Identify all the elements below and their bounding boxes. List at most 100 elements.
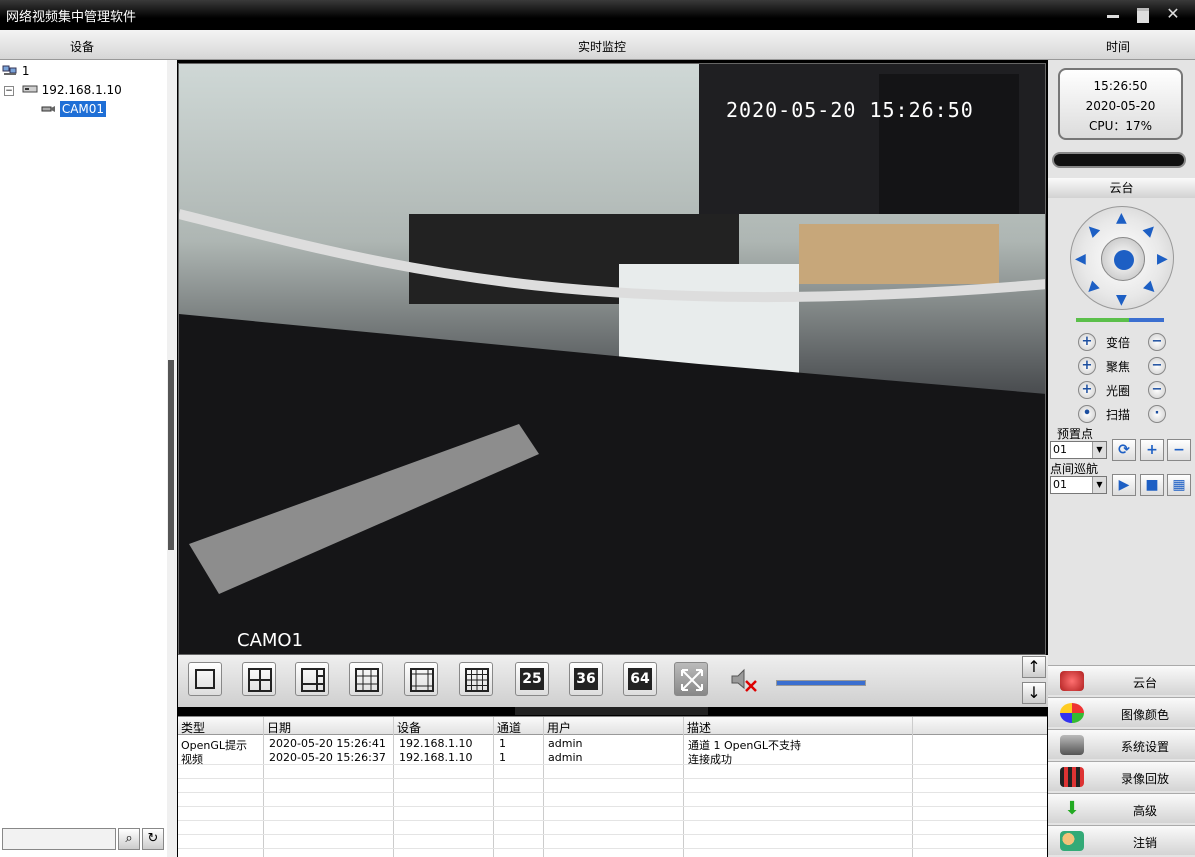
tree-root-label: 1 (21, 64, 30, 78)
log-panel-splitter[interactable] (515, 707, 708, 715)
iris-label: 光圈 (1106, 384, 1131, 398)
layout-9-button[interactable] (349, 662, 383, 696)
mute-button[interactable] (730, 667, 760, 693)
log-col-desc[interactable]: 描述 (687, 719, 711, 736)
tree-root[interactable]: 1 (2, 63, 29, 80)
focus-in-button[interactable]: + (1078, 357, 1096, 375)
ptz-up-icon[interactable]: ▲ (1116, 211, 1127, 225)
ptz-downleft-icon[interactable]: ▼ (1083, 279, 1102, 298)
menu-image-color[interactable]: 图像颜色 (1048, 697, 1195, 727)
preset-value: 01 (1053, 443, 1067, 456)
grid-16-icon (465, 668, 489, 692)
close-button[interactable]: ✕ (1165, 6, 1181, 22)
layout-1-button[interactable] (188, 662, 222, 696)
arrow-down-icon: ↓ (1027, 683, 1041, 702)
log-col-channel[interactable]: 通道 (497, 719, 521, 736)
live-video-view[interactable]: 2020-05-20 15:26:50 CAMO1 (178, 63, 1046, 655)
minimize-button[interactable] (1105, 7, 1121, 21)
tree-device[interactable]: − 192.168.1.10 (4, 83, 122, 98)
cruise-stop-button[interactable]: ■ (1140, 474, 1164, 496)
focus-out-button[interactable]: − (1148, 357, 1166, 375)
ptz-upleft-icon[interactable]: ▲ (1083, 221, 1102, 240)
menu-advanced[interactable]: ⬇ 高级 (1048, 793, 1195, 823)
zoom-out-button[interactable]: − (1148, 333, 1166, 351)
ptz-center-button[interactable] (1101, 237, 1145, 281)
live-monitor-header: 实时监控 (578, 40, 627, 54)
menu-advanced-label: 高级 (1132, 804, 1157, 818)
zoom-in-button[interactable]: + (1078, 333, 1096, 351)
collapse-toggle-icon[interactable]: − (4, 85, 14, 96)
scan-label: 扫描 (1106, 408, 1131, 422)
menu-playback[interactable]: 录像回放 (1048, 761, 1195, 791)
color-wheel-icon (1060, 703, 1084, 723)
log-row[interactable]: 视频 2020-05-20 15:26:37 192.168.1.10 1 ad… (178, 751, 1047, 766)
menu-system-settings[interactable]: 系统设置 (1048, 729, 1195, 759)
ptz-speed-slider[interactable] (1076, 318, 1164, 322)
tree-camera[interactable]: CAM01 (40, 101, 107, 117)
event-log-table: 类型 日期 设备 通道 用户 描述 OpenGL提示 2020-05-20 15… (178, 716, 1047, 857)
layout-36-button[interactable]: 36 (569, 662, 603, 696)
scan-start-button[interactable]: • (1078, 405, 1096, 423)
cruise-play-button[interactable]: ▶ (1112, 474, 1136, 496)
tools-icon (1060, 735, 1084, 755)
preset-call-button[interactable]: ⟳ (1112, 439, 1136, 461)
status-clock: 15:26:50 2020-05-20 CPU：17% (1058, 68, 1183, 140)
refresh-icon: ↻ (147, 831, 159, 846)
ptz-right-icon[interactable]: ▶ (1157, 252, 1168, 266)
maximize-button[interactable] (1135, 7, 1151, 23)
log-cell-date: 2020-05-20 15:26:37 (269, 751, 386, 764)
layout-4-button[interactable] (242, 662, 276, 696)
ptz-down-icon[interactable]: ▼ (1116, 293, 1127, 307)
layout-6-button[interactable] (295, 662, 329, 696)
scroll-down-button[interactable]: ↓ (1022, 682, 1046, 704)
video-timestamp: 2020-05-20 15:26:50 (726, 98, 974, 122)
iris-close-button[interactable]: − (1148, 381, 1166, 399)
tree-camera-label: CAM01 (59, 101, 107, 117)
log-col-user[interactable]: 用户 (547, 719, 571, 736)
log-col-date[interactable]: 日期 (267, 719, 291, 736)
ptz-upright-icon[interactable]: ▲ (1141, 221, 1160, 240)
layout-16-button[interactable] (459, 662, 493, 696)
status-date: 2020-05-20 (1085, 99, 1156, 113)
cruise-select[interactable]: 01 ▼ (1050, 476, 1107, 494)
ptz-direction-pad[interactable]: ▲ ▼ ◀ ▶ ▲ ▲ ▼ ▼ (1070, 206, 1174, 310)
log-col-type[interactable]: 类型 (181, 719, 205, 736)
volume-slider[interactable] (776, 680, 866, 686)
layout-25-button[interactable]: 25 (515, 662, 549, 696)
scroll-up-button[interactable]: ↑ (1022, 656, 1046, 678)
ptz-downright-icon[interactable]: ▼ (1141, 279, 1160, 298)
fullscreen-button[interactable] (674, 662, 708, 696)
time-header: 时间 (1106, 40, 1131, 54)
iris-open-button[interactable]: + (1078, 381, 1096, 399)
preset-add-button[interactable]: + (1140, 439, 1164, 461)
log-cell-user: admin (548, 751, 583, 764)
status-bar (1052, 152, 1186, 168)
ptz-section-title: 云台 (1048, 178, 1195, 198)
grid-13-icon (410, 668, 434, 692)
ptz-left-icon[interactable]: ◀ (1075, 252, 1086, 266)
scan-stop-button[interactable]: · (1148, 405, 1166, 423)
tree-splitter[interactable] (167, 60, 177, 857)
refresh-button[interactable]: ↻ (142, 828, 164, 850)
log-row[interactable]: OpenGL提示 2020-05-20 15:26:41 192.168.1.1… (178, 737, 1047, 752)
cruise-grid-button[interactable]: ▦ (1167, 474, 1191, 496)
layout-64-button[interactable]: 64 (623, 662, 657, 696)
layout-13-button[interactable] (404, 662, 438, 696)
title-bar: 网络视频集中管理软件 ✕ (0, 0, 1195, 30)
menu-logout[interactable]: 注销 (1048, 825, 1195, 855)
minus-icon: − (1173, 442, 1185, 458)
log-col-device[interactable]: 设备 (397, 719, 421, 736)
users-icon (1060, 831, 1084, 851)
arrow-down-icon: ⬇ (1064, 798, 1080, 819)
preset-select[interactable]: 01 ▼ (1050, 441, 1107, 459)
tree-search-input[interactable] (2, 828, 116, 850)
splitter-handle[interactable] (168, 360, 174, 550)
ptz-icon (1060, 671, 1084, 691)
menu-ptz[interactable]: 云台 (1048, 665, 1195, 695)
menu-system-settings-label: 系统设置 (1120, 740, 1169, 754)
search-button[interactable]: ⌕ (118, 828, 140, 850)
log-cell-channel: 1 (499, 751, 506, 764)
clapperboard-icon (1060, 767, 1084, 787)
preset-delete-button[interactable]: − (1167, 439, 1191, 461)
layout-64-label: 64 (628, 668, 652, 690)
